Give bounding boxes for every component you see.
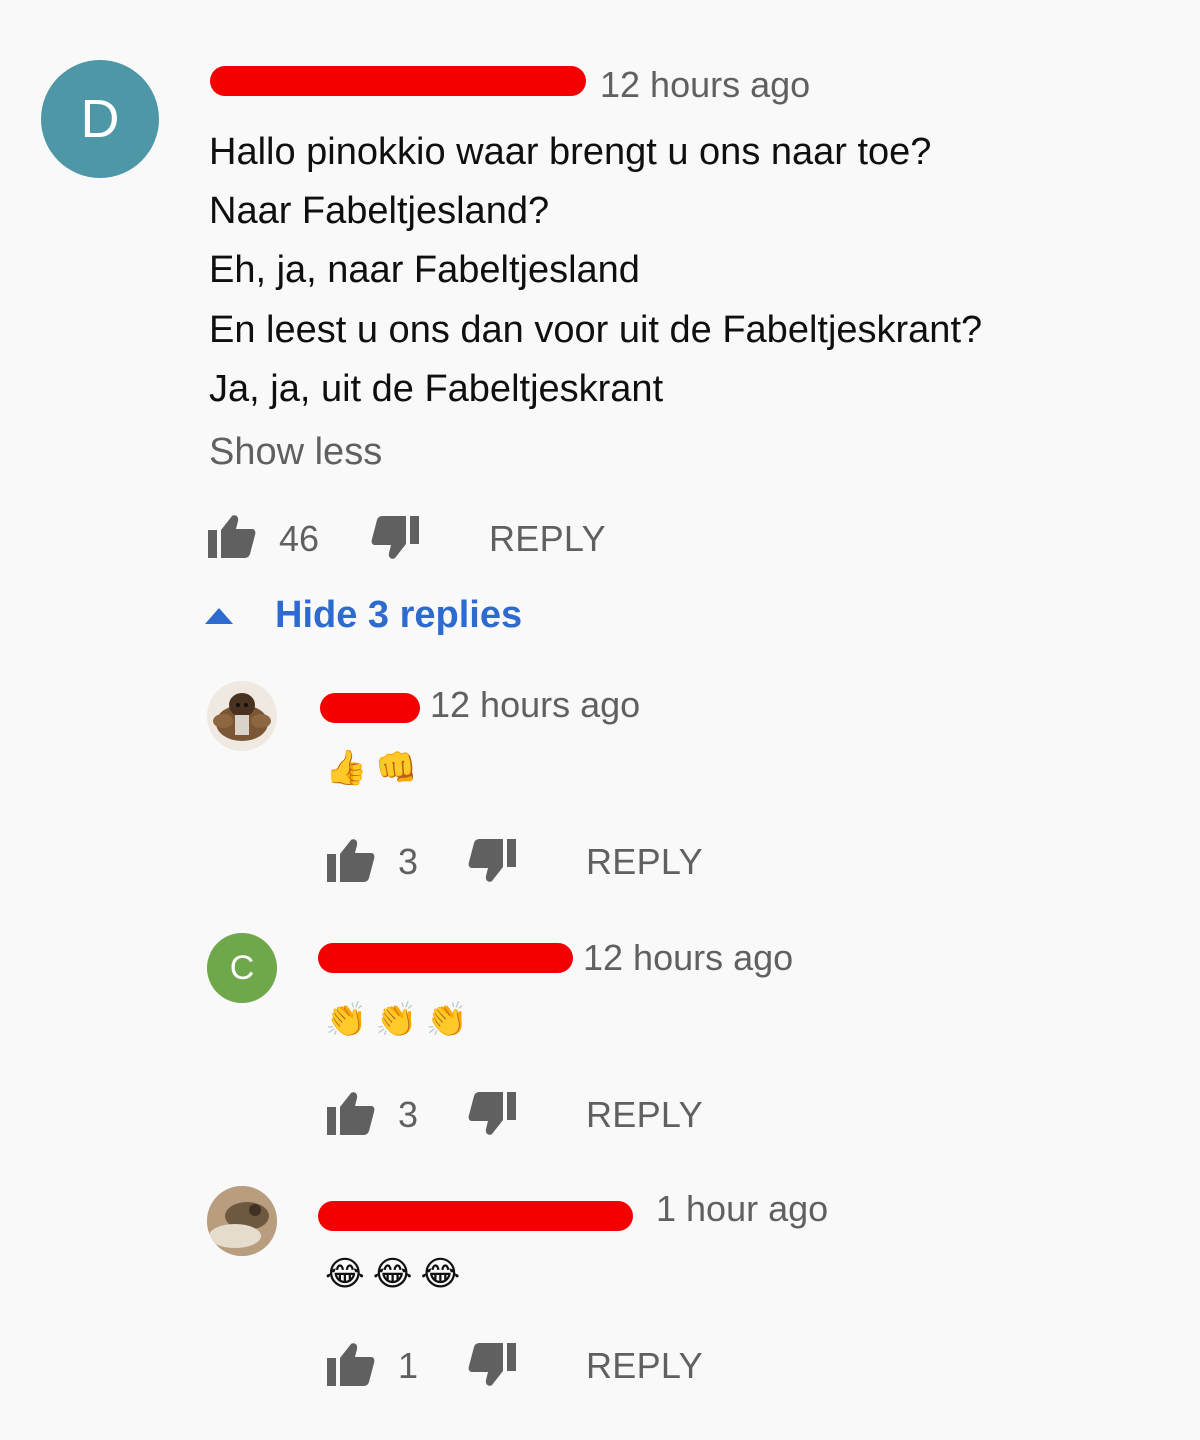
comment-text-line: Hallo pinokkio waar brengt u ons naar to… — [209, 131, 932, 173]
reply-button[interactable]: REPLY — [586, 1094, 703, 1136]
redacted-username[interactable] — [318, 943, 573, 973]
gorilla-avatar-icon — [213, 693, 271, 741]
thumbs-down-icon[interactable] — [468, 1343, 516, 1387]
avatar-main-commenter[interactable]: D — [41, 60, 159, 178]
show-less-button[interactable]: Show less — [209, 431, 382, 474]
thumbs-up-icon[interactable] — [327, 1091, 375, 1135]
avatar-reply-user[interactable] — [207, 1186, 277, 1256]
comment-text-line: En leest u ons dan voor uit de Fabeltjes… — [209, 309, 983, 351]
reply-button[interactable]: REPLY — [586, 841, 703, 883]
reply-button[interactable]: REPLY — [489, 518, 606, 560]
like-count: 3 — [398, 841, 419, 882]
thumbs-down-icon[interactable] — [371, 516, 419, 560]
reply-timestamp[interactable]: 12 hours ago — [430, 684, 640, 726]
hide-replies-label: Hide 3 replies — [275, 594, 523, 636]
comment-text-line: Eh, ja, naar Fabeltjesland — [209, 249, 640, 291]
thumbs-up-icon[interactable] — [327, 1342, 375, 1386]
avatar-reply-user[interactable]: C — [207, 933, 277, 1003]
redacted-username[interactable] — [318, 1201, 633, 1231]
avatar-letter: D — [80, 89, 120, 149]
like-count: 46 — [279, 518, 320, 559]
reply-emoji-text: 👍👊 — [325, 749, 426, 787]
avatar-reply-user[interactable] — [207, 681, 277, 751]
redacted-username[interactable] — [320, 693, 420, 723]
photo-avatar-icon — [207, 1186, 277, 1256]
comment-text-line: Naar Fabeltjesland? — [209, 190, 550, 232]
thumbs-up-icon[interactable] — [208, 514, 256, 558]
redacted-username[interactable] — [210, 66, 586, 96]
thumbs-down-icon[interactable] — [468, 1092, 516, 1136]
caret-up-icon — [205, 607, 233, 624]
comment-timestamp[interactable]: 12 hours ago — [600, 64, 810, 106]
thumbs-down-icon[interactable] — [468, 839, 516, 883]
reply-button[interactable]: REPLY — [586, 1345, 703, 1387]
reply-timestamp[interactable]: 1 hour ago — [656, 1188, 828, 1230]
reply-emoji-text: 😂😂😂 — [325, 1255, 469, 1293]
hide-replies-toggle[interactable]: Hide 3 replies — [205, 594, 522, 637]
like-count: 3 — [398, 1094, 419, 1135]
reply-emoji-text: 👏👏👏 — [325, 1001, 477, 1039]
thumbs-up-icon[interactable] — [327, 838, 375, 882]
comment-text-line: Ja, ja, uit de Fabeltjeskrant — [209, 368, 664, 410]
avatar-letter: C — [229, 948, 255, 987]
like-count: 1 — [398, 1345, 419, 1386]
reply-timestamp[interactable]: 12 hours ago — [583, 937, 793, 979]
